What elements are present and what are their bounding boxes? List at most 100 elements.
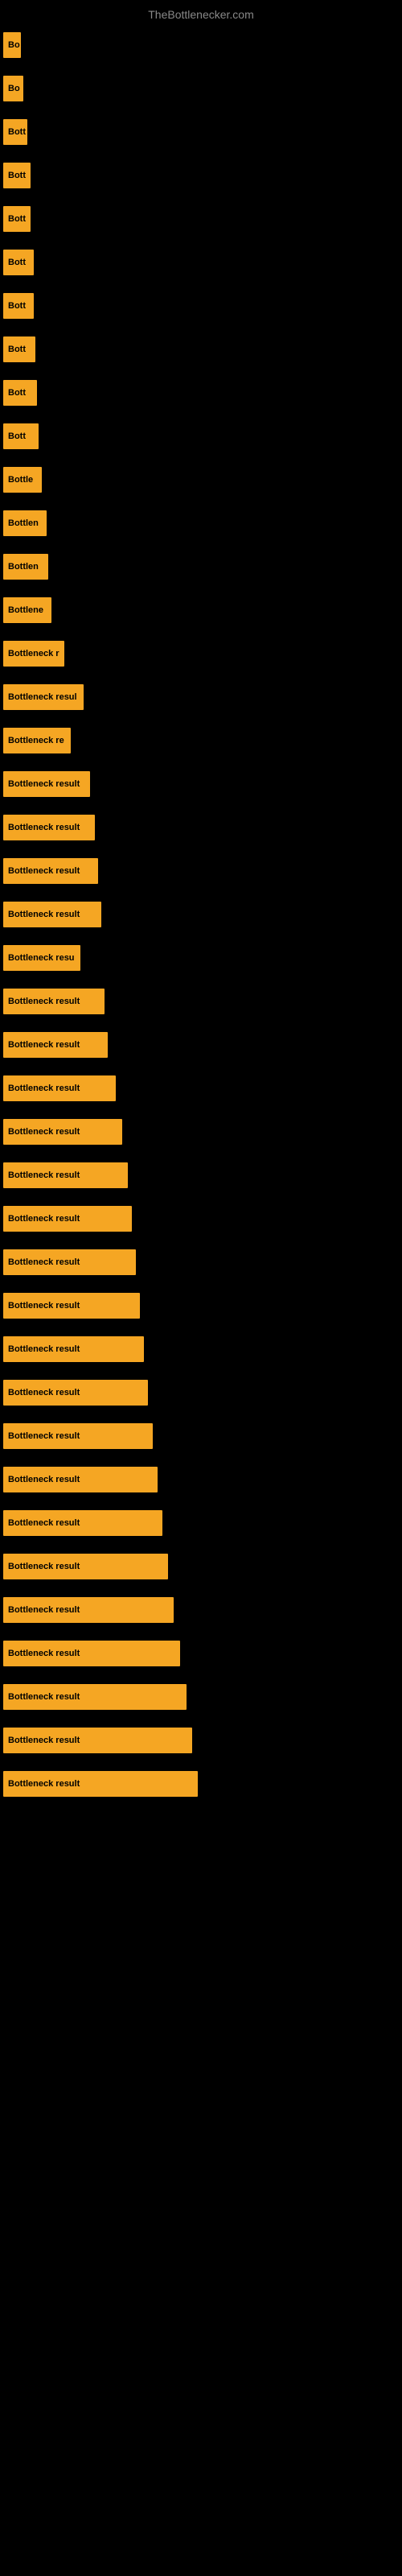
result-item: Bottleneck result [3, 1719, 399, 1761]
result-item: Bottleneck result [3, 1067, 399, 1109]
result-item: Bottleneck result [3, 807, 399, 848]
result-item: Bottleneck result [3, 1328, 399, 1370]
result-item: Bo [3, 24, 399, 66]
result-bar: Bottleneck result [3, 1728, 192, 1753]
result-bar: Bottleneck result [3, 1554, 168, 1579]
result-bar: Bottleneck resul [3, 684, 84, 710]
result-bar: Bottleneck result [3, 1510, 162, 1536]
result-bar: Bottleneck result [3, 858, 98, 884]
result-bar: Bott [3, 380, 37, 406]
result-item: Bottleneck result [3, 1154, 399, 1196]
result-bar: Bottleneck result [3, 1293, 140, 1319]
result-label: Bottleneck result [8, 997, 80, 1006]
result-label: Bottleneck result [8, 1431, 80, 1441]
site-title: TheBottlenecker.com [0, 2, 402, 24]
results-container: Bo Bo Bott Bott Bott Bott Bott Bott Bott Bott Bott… [0, 24, 402, 1806]
result-label: Bott [8, 345, 26, 354]
result-item: Bott [3, 198, 399, 240]
result-bar: Bott [3, 250, 34, 275]
result-bar: Bottleneck result [3, 1597, 174, 1623]
result-label: Bottleneck result [8, 1736, 80, 1745]
result-label: Bott [8, 431, 26, 441]
result-item: Bottleneck result [3, 1502, 399, 1544]
result-bar: Bottleneck result [3, 815, 95, 840]
result-label: Bottleneck r [8, 649, 59, 658]
result-label: Bott [8, 258, 26, 267]
result-label: Bottleneck result [8, 1084, 80, 1093]
result-label: Bott [8, 301, 26, 311]
result-label: Bottleneck result [8, 910, 80, 919]
result-label: Bottlen [8, 518, 39, 528]
result-item: Bottleneck result [3, 1198, 399, 1240]
result-bar: Bottleneck result [3, 1467, 158, 1492]
result-label: Bottle [8, 475, 33, 485]
result-label: Bottleneck result [8, 779, 80, 789]
result-bar: Bott [3, 336, 35, 362]
result-bar: Bottleneck result [3, 1423, 153, 1449]
result-label: Bottleneck result [8, 1649, 80, 1658]
result-item: Bottleneck result [3, 980, 399, 1022]
result-label: Bottleneck result [8, 1214, 80, 1224]
result-item: Bottleneck result [3, 1459, 399, 1501]
result-item: Bott [3, 285, 399, 327]
result-bar: Bott [3, 163, 31, 188]
result-label: Bottleneck result [8, 1040, 80, 1050]
result-item: Bott [3, 111, 399, 153]
result-label: Bott [8, 171, 26, 180]
result-bar: Bo [3, 76, 23, 101]
result-label: Bottleneck result [8, 1475, 80, 1484]
result-label: Bo [8, 84, 20, 93]
result-bar: Bott [3, 423, 39, 449]
result-item: Bottleneck resu [3, 937, 399, 979]
result-item: Bottleneck result [3, 894, 399, 935]
result-item: Bottlen [3, 502, 399, 544]
result-label: Bottleneck result [8, 1779, 80, 1789]
result-item: Bott [3, 372, 399, 414]
result-item: Bott [3, 242, 399, 283]
result-label: Bottleneck resu [8, 953, 75, 963]
result-label: Bottleneck re [8, 736, 64, 745]
result-label: Bottlen [8, 562, 39, 572]
result-bar: Bottleneck result [3, 1771, 198, 1797]
result-item: Bottleneck result [3, 1241, 399, 1283]
result-bar: Bottleneck result [3, 1206, 132, 1232]
result-item: Bott [3, 328, 399, 370]
result-bar: Bottleneck result [3, 1641, 180, 1666]
result-item: Bottleneck result [3, 1285, 399, 1327]
result-bar: Bott [3, 293, 34, 319]
result-item: Bottlene [3, 589, 399, 631]
result-item: Bottleneck result [3, 1111, 399, 1153]
result-bar: Bo [3, 32, 21, 58]
result-label: Bott [8, 127, 26, 137]
result-label: Bo [8, 40, 20, 50]
result-bar: Bottlen [3, 554, 48, 580]
result-item: Bo [3, 68, 399, 109]
result-bar: Bottleneck result [3, 989, 105, 1014]
result-label: Bott [8, 214, 26, 224]
result-item: Bott [3, 155, 399, 196]
result-item: Bottleneck result [3, 1415, 399, 1457]
result-label: Bottleneck result [8, 1562, 80, 1571]
result-item: Bottleneck re [3, 720, 399, 762]
result-label: Bottlene [8, 605, 43, 615]
result-item: Bottleneck result [3, 1024, 399, 1066]
result-item: Bottleneck result [3, 1676, 399, 1718]
result-bar: Bott [3, 206, 31, 232]
result-item: Bottleneck result [3, 763, 399, 805]
result-label: Bottleneck result [8, 1344, 80, 1354]
result-bar: Bottleneck result [3, 1119, 122, 1145]
result-bar: Bottleneck result [3, 1075, 116, 1101]
result-bar: Bottleneck r [3, 641, 64, 667]
result-label: Bottleneck result [8, 1127, 80, 1137]
result-bar: Bott [3, 119, 27, 145]
result-bar: Bottleneck resu [3, 945, 80, 971]
result-label: Bottleneck result [8, 1692, 80, 1702]
result-item: Bottleneck result [3, 1589, 399, 1631]
result-bar: Bottleneck re [3, 728, 71, 753]
result-label: Bottleneck result [8, 1605, 80, 1615]
result-bar: Bottleneck result [3, 1684, 187, 1710]
result-bar: Bottlen [3, 510, 47, 536]
result-bar: Bottlene [3, 597, 51, 623]
result-label: Bottleneck resul [8, 692, 77, 702]
result-item: Bottlen [3, 546, 399, 588]
